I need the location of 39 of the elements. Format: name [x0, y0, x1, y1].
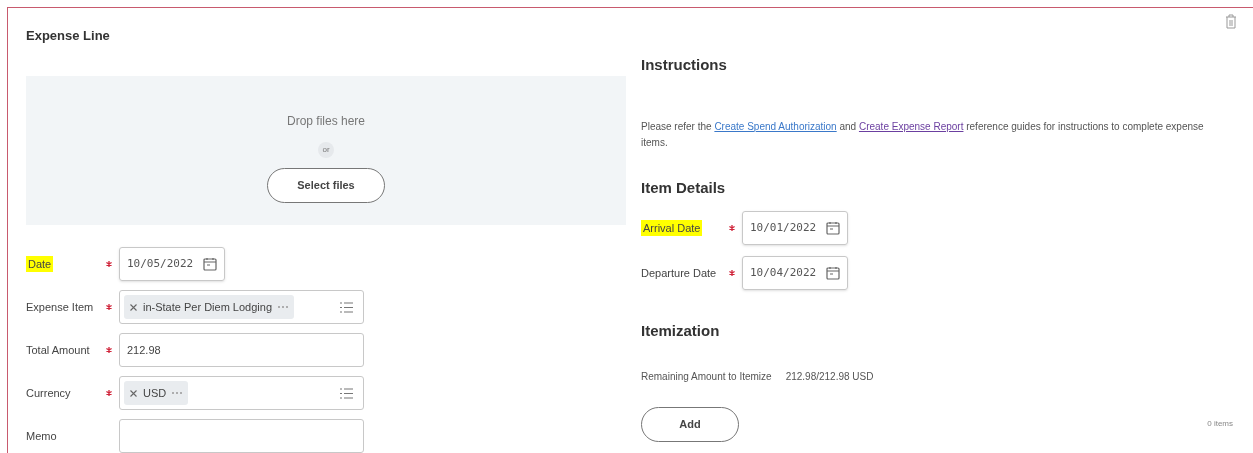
calendar-icon[interactable] [826, 221, 841, 235]
remaining-label: Remaining Amount to Itemize [641, 369, 772, 384]
list-icon[interactable] [340, 301, 353, 313]
field-label: Date [26, 255, 54, 273]
select-field[interactable]: in-State Per Diem Lodging [119, 290, 364, 324]
field-label: Expense Item [26, 299, 94, 315]
separator-text: or [318, 141, 334, 158]
text-field[interactable] [119, 419, 364, 453]
select-field[interactable]: USD [119, 376, 364, 410]
field-label: Memo [26, 428, 57, 444]
field-label: Departure Date [641, 265, 717, 281]
date-field[interactable]: 10/01/2022 [742, 211, 849, 245]
field-label: Arrival Date [641, 219, 703, 237]
calendar-icon[interactable] [826, 266, 841, 280]
remaining-value: 212.98/212.98 USD [785, 369, 874, 384]
drop-zone[interactable]: Drop files here or Select files [26, 75, 626, 225]
link[interactable]: Create Spend Authorization [714, 120, 837, 132]
field-label: Currency [26, 385, 71, 401]
section-title: Expense Line [26, 27, 111, 45]
calendar-icon[interactable] [203, 257, 218, 271]
remove-icon[interactable] [130, 303, 137, 311]
section-heading: Itemization [641, 321, 721, 341]
instructions-text: Please refer the Create Spend Authorization and Create Expense Report reference guides for instructions to complete expense items. [641, 119, 1205, 150]
section-heading: Item Details [641, 177, 727, 198]
date-field[interactable]: 10/04/2022 [742, 256, 849, 290]
drop-prompt: Drop files here [286, 112, 365, 130]
add-button[interactable]: Add [641, 406, 739, 442]
date-field[interactable]: 10/05/2022 [119, 247, 226, 281]
remove-icon[interactable] [130, 389, 137, 397]
trash-icon[interactable] [1225, 14, 1237, 29]
selected-value: USD [143, 385, 167, 401]
text-field[interactable]: 212.98 [119, 333, 364, 367]
field-label: Total Amount [26, 342, 90, 358]
item-count: 0 items [1207, 418, 1233, 430]
selected-value: in-State Per Diem Lodging [143, 299, 272, 315]
link[interactable]: Create Expense Report [858, 120, 964, 132]
select-files-button[interactable]: Select files [267, 167, 385, 203]
list-icon[interactable] [340, 387, 353, 399]
section-heading: Instructions [641, 55, 728, 75]
